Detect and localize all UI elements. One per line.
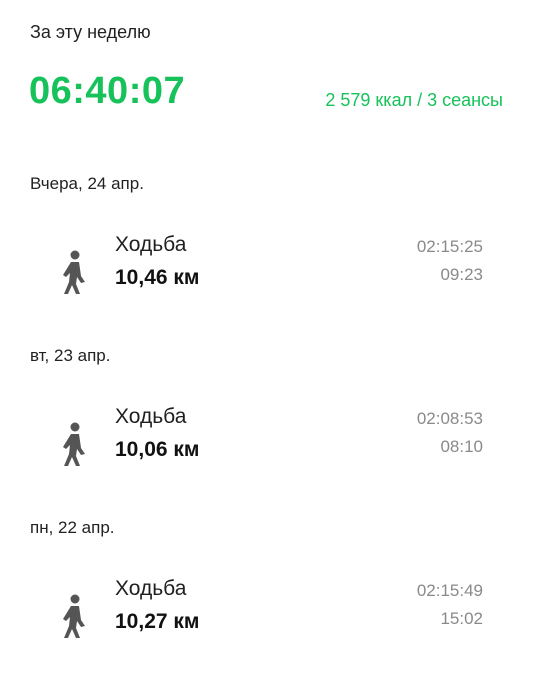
day-header: Вчера, 24 апр. xyxy=(30,174,144,193)
activity-distance: 10,06 км xyxy=(115,438,200,461)
activity-name: Ходьба xyxy=(115,577,187,600)
activity-pace: 08:10 xyxy=(440,437,483,456)
activity-pace: 09:23 xyxy=(440,265,483,284)
activity-item[interactable]: Ходьба 10,27 км 02:15:49 15:02 xyxy=(0,577,535,657)
walking-person-icon xyxy=(63,422,85,466)
activity-item[interactable]: Ходьба 10,46 км 02:15:25 09:23 xyxy=(0,233,535,313)
activity-duration: 02:15:49 xyxy=(416,581,483,600)
activity-name: Ходьба xyxy=(115,405,187,428)
week-summary: 2 579 ккал / 3 сеансы xyxy=(325,90,503,110)
total-time: 06:40:07 xyxy=(29,70,186,112)
activity-name: Ходьба xyxy=(115,233,187,256)
walking-person-icon xyxy=(63,250,85,294)
day-header: пн, 22 апр. xyxy=(30,518,115,537)
day-header: вт, 23 апр. xyxy=(30,346,111,365)
activity-item[interactable]: Ходьба 10,06 км 02:08:53 08:10 xyxy=(0,405,535,485)
activity-distance: 10,27 км xyxy=(115,610,200,633)
week-label: За эту неделю xyxy=(30,22,151,42)
activity-duration: 02:15:25 xyxy=(416,237,483,256)
walking-person-icon xyxy=(63,594,85,638)
activity-distance: 10,46 км xyxy=(115,266,200,289)
activity-duration: 02:08:53 xyxy=(416,409,483,428)
activity-pace: 15:02 xyxy=(440,609,483,628)
